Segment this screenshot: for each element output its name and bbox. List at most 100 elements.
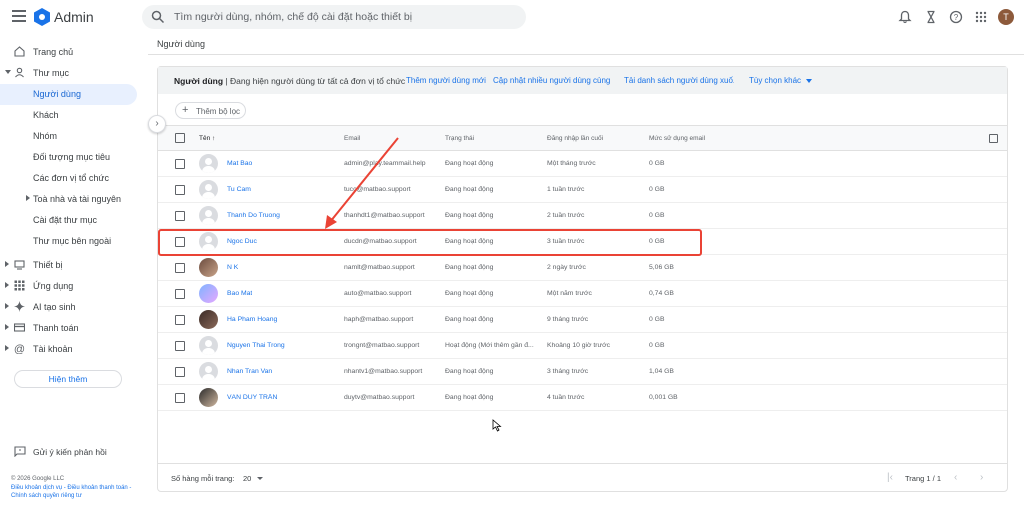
sidebar-item-label: Cài đặt thư mục <box>33 215 98 225</box>
breadcrumb: Người dùng <box>157 39 205 49</box>
table-row[interactable]: Mat Bao admin@play.teammail.help Đang hoạt… <box>158 151 1007 177</box>
chevron-down-icon[interactable] <box>257 477 263 480</box>
user-last-login: Một năm trước <box>547 290 592 297</box>
column-status[interactable]: Trạng thái <box>445 135 474 142</box>
sidebar-item-home[interactable]: Trang chủ <box>0 42 137 63</box>
download-users-link[interactable]: Tải danh sách người dùng xuố... <box>624 76 734 85</box>
row-checkbox[interactable] <box>175 341 185 351</box>
credit-card-icon <box>14 323 25 332</box>
search-bar[interactable]: Tìm người dùng, nhóm, chế độ cài đặt hoặ… <box>142 5 526 29</box>
svg-text:?: ? <box>954 13 959 22</box>
footer-links[interactable]: Điều khoản dịch vụ - Điều khoản thanh to… <box>11 484 141 501</box>
sidebar-item-external-directory[interactable]: Thư mục bên ngoài <box>0 231 137 252</box>
table-row[interactable]: N K namlt@matbao.support Đang hoạt động 2 n… <box>158 255 1007 281</box>
apps-grid-icon <box>14 280 25 291</box>
user-status: Đang hoạt động <box>445 316 494 323</box>
more-options-link[interactable]: Tùy chọn khác <box>749 76 819 85</box>
column-settings-icon[interactable] <box>989 134 998 143</box>
sidebar-item-users[interactable]: Người dùng <box>0 84 137 105</box>
table-row[interactable]: Nguyen Thai Trong trongnt@matbao.support H… <box>158 333 1007 359</box>
table-header: Tên ↑ Email Trạng thái Đăng nhập lần cuố… <box>158 125 1007 151</box>
table-row[interactable]: Nhan Tran Van nhantv1@matbao.support Đang … <box>158 359 1007 385</box>
rows-per-page-label: Số hàng mỗi trang: <box>171 474 235 483</box>
select-all-checkbox[interactable] <box>175 133 185 143</box>
pagination: Số hàng mỗi trang: 20 |‹ Trang 1 / 1 ‹ › <box>158 463 1007 491</box>
first-page-icon[interactable]: |‹ <box>887 472 893 483</box>
chevron-right-icon <box>5 282 9 288</box>
table-row[interactable]: Ha Pham Hoang haph@matbao.support Đang hoạ… <box>158 307 1007 333</box>
user-name-link[interactable]: Nguyen Thai Trong <box>227 342 285 349</box>
sidebar-item-gen-ai[interactable]: AI tạo sinh <box>0 297 137 318</box>
row-checkbox[interactable] <box>175 393 185 403</box>
row-checkbox[interactable] <box>175 185 185 195</box>
sidebar-item-target-audiences[interactable]: Đối tượng mục tiêu <box>0 147 137 168</box>
chevron-right-icon <box>5 345 9 351</box>
sidebar-item-groups[interactable]: Nhóm <box>0 126 137 147</box>
user-name-link[interactable]: VĂN DUY TRẦN <box>227 394 277 401</box>
help-icon[interactable]: ? <box>949 10 963 24</box>
sidebar-item-label: Nhóm <box>33 131 58 141</box>
account-avatar[interactable]: T <box>998 9 1014 25</box>
sidebar-item-buildings[interactable]: Toà nhà và tài nguyên <box>0 189 137 210</box>
sidebar-item-devices[interactable]: Thiết bị <box>0 255 137 276</box>
row-checkbox[interactable] <box>175 159 185 169</box>
chevron-right-icon <box>5 261 9 267</box>
row-checkbox[interactable] <box>175 263 185 273</box>
column-email[interactable]: Email <box>344 135 360 142</box>
apps-launcher-icon[interactable] <box>974 10 988 24</box>
user-email-usage: 1,04 GB <box>649 368 674 375</box>
next-page-icon[interactable]: › <box>980 472 983 483</box>
user-name-link[interactable]: Ha Pham Hoang <box>227 316 277 323</box>
user-name-link[interactable]: Thanh Do Truong <box>227 212 280 219</box>
add-user-link[interactable]: Thêm người dùng mới <box>406 76 486 85</box>
table-row[interactable]: Bao Mat auto@matbao.support Đang hoạt động… <box>158 281 1007 307</box>
collapse-panel-button[interactable]: › <box>148 115 166 133</box>
user-name-link[interactable]: Tu Cam <box>227 186 251 193</box>
user-last-login: 9 tháng trước <box>547 316 589 323</box>
sidebar-item-directory[interactable]: Thư mục <box>0 63 137 84</box>
user-email-usage: 0 GB <box>649 342 665 349</box>
table-row[interactable]: VĂN DUY TRẦN duytv@matbao.support Đang hoạ… <box>158 385 1007 411</box>
column-email-usage[interactable]: Mức sử dụng email <box>649 135 705 142</box>
row-checkbox[interactable] <box>175 211 185 221</box>
sidebar-item-apps[interactable]: Ứng dụng <box>0 276 137 297</box>
user-name-link[interactable]: Bao Mat <box>227 290 252 297</box>
sidebar-item-label: Thư mục bên ngoài <box>33 236 112 246</box>
user-email-usage: 0,001 GB <box>649 394 678 401</box>
app-title[interactable]: Admin <box>54 9 94 25</box>
add-filter-button[interactable]: + Thêm bộ lọc <box>175 102 246 119</box>
admin-logo-icon[interactable] <box>34 8 50 26</box>
card-header: Người dùng | Đang hiện người dùng từ tất… <box>158 67 1007 94</box>
bulk-update-link[interactable]: Cập nhật nhiều người dùng cùng l... <box>493 76 610 85</box>
feedback-label: Gửi ý kiến phản hồi <box>33 447 107 457</box>
user-status: Đang hoạt động <box>445 160 494 167</box>
column-name[interactable]: Tên ↑ <box>199 135 215 142</box>
search-input[interactable]: Tìm người dùng, nhóm, chế độ cài đặt hoặ… <box>174 11 412 23</box>
user-name-link[interactable]: Nhan Tran Van <box>227 368 272 375</box>
hourglass-icon[interactable] <box>924 10 938 24</box>
bell-icon[interactable] <box>898 10 912 24</box>
user-email: duytv@matbao.support <box>344 394 415 401</box>
table-row[interactable]: Tu Cam tucc@matbao.support Đang hoạt động 1… <box>158 177 1007 203</box>
sidebar-item-account[interactable]: @ Tài khoản <box>0 339 137 360</box>
column-last-login[interactable]: Đăng nhập lần cuối <box>547 135 603 142</box>
show-more-button[interactable]: Hiện thêm <box>14 370 122 388</box>
avatar <box>199 258 218 277</box>
prev-page-icon[interactable]: ‹ <box>954 472 957 483</box>
row-checkbox[interactable] <box>175 315 185 325</box>
rows-per-page-select[interactable]: 20 <box>243 474 251 483</box>
sidebar-item-guests[interactable]: Khách <box>0 105 137 126</box>
person-icon <box>15 67 24 78</box>
svg-text:@: @ <box>14 344 25 355</box>
row-checkbox[interactable] <box>175 367 185 377</box>
user-name-link[interactable]: N K <box>227 264 238 271</box>
table-row[interactable]: Thanh Do Truong thanhdt1@matbao.support Đa… <box>158 203 1007 229</box>
more-options-label: Tùy chọn khác <box>749 76 802 85</box>
user-name-link[interactable]: Mat Bao <box>227 160 252 167</box>
main-menu-icon[interactable] <box>12 10 26 22</box>
sidebar-item-org-units[interactable]: Các đơn vị tổ chức <box>0 168 137 189</box>
sidebar-item-billing[interactable]: Thanh toán <box>0 318 137 339</box>
sidebar-item-directory-settings[interactable]: Cài đặt thư mục <box>0 210 137 231</box>
row-checkbox[interactable] <box>175 289 185 299</box>
sidebar-item-label: Trang chủ <box>33 47 74 57</box>
